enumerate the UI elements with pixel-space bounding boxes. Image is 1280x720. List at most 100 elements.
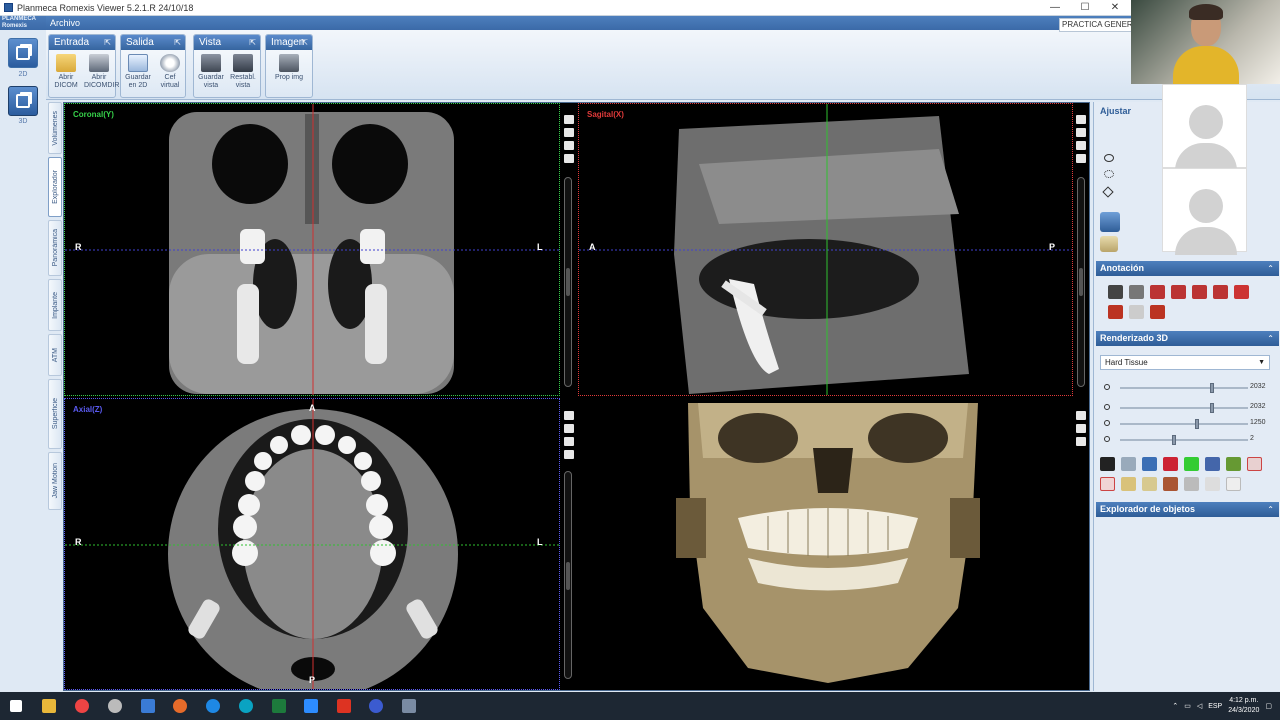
slider-3[interactable]: 2: [1102, 435, 1278, 445]
view-mode-icon[interactable]: [1100, 457, 1115, 471]
camera-icon[interactable]: [564, 437, 574, 446]
restablecer-vista-button[interactable]: Restabl. vista: [228, 54, 258, 90]
app-icon[interactable]: [108, 699, 122, 713]
acrobat-icon[interactable]: [337, 699, 351, 713]
network-icon[interactable]: ▭: [1184, 702, 1191, 710]
cut-icon[interactable]: [1163, 457, 1178, 471]
pin-icon[interactable]: ⇱: [104, 35, 111, 50]
hand-icon[interactable]: [564, 450, 574, 459]
coronal-view[interactable]: Coronal(Y) R L: [64, 103, 560, 396]
collapse-icon[interactable]: ⌃: [1267, 502, 1274, 517]
camera-icon[interactable]: [1076, 424, 1086, 433]
firefox-icon[interactable]: [173, 699, 187, 713]
anotacion-header[interactable]: Anotación ⌃: [1096, 261, 1279, 276]
tab-panoramica[interactable]: Panorámica: [48, 220, 62, 276]
render-preset-select[interactable]: Hard Tissue ▼: [1100, 355, 1270, 370]
guardar-vista-button[interactable]: Guardar vista: [196, 54, 226, 90]
maximize-icon[interactable]: [564, 115, 574, 124]
skull-preset-icon[interactable]: [1100, 236, 1118, 252]
maximize-icon[interactable]: [1076, 115, 1086, 124]
arrow-icon[interactable]: [1213, 285, 1228, 299]
marker-icon[interactable]: [1150, 305, 1165, 319]
collapse-icon[interactable]: ⌃: [1267, 261, 1274, 276]
maximize-button[interactable]: ☐: [1070, 0, 1100, 16]
pin-icon[interactable]: ⇱: [301, 35, 308, 50]
slider-2[interactable]: 1250: [1102, 419, 1278, 429]
hand-icon[interactable]: [1076, 437, 1086, 446]
plane-icon[interactable]: [1205, 457, 1220, 471]
windows-start-icon[interactable]: [10, 700, 22, 712]
pin-icon[interactable]: ⇱: [249, 35, 256, 50]
prop-img-button[interactable]: Prop img: [274, 54, 304, 82]
tab-atm[interactable]: ATM: [48, 334, 62, 376]
slider-knob[interactable]: [1171, 435, 1176, 445]
grid-icon[interactable]: [1163, 477, 1178, 491]
abrir-dicom-button[interactable]: Abrir DICOM: [51, 54, 81, 90]
light-icon[interactable]: [1121, 457, 1136, 471]
tab-volumenes[interactable]: Volúmenes: [48, 102, 62, 154]
angle-icon[interactable]: [1129, 285, 1144, 299]
line-icon[interactable]: [1150, 285, 1165, 299]
render-3d-view[interactable]: [578, 398, 1073, 690]
tab-jaw-motion[interactable]: Jaw Motion: [48, 452, 62, 510]
sagittal-scroll-thumb[interactable]: [1079, 268, 1083, 296]
area-icon[interactable]: [1192, 285, 1207, 299]
camera-icon[interactable]: [1076, 141, 1086, 150]
chevron-up-icon[interactable]: ⌃: [1172, 702, 1178, 710]
coronal-scrollbar[interactable]: [564, 177, 572, 387]
teamviewer-icon[interactable]: [239, 699, 253, 713]
hand-icon[interactable]: [564, 154, 574, 163]
hand-icon[interactable]: [1076, 154, 1086, 163]
skull-front-icon[interactable]: [1142, 477, 1157, 491]
axial-scrollbar[interactable]: [564, 471, 572, 679]
ruler-icon[interactable]: [1108, 285, 1123, 299]
head-icon[interactable]: [1205, 477, 1220, 491]
camera-icon[interactable]: [564, 141, 574, 150]
mode-3d-button[interactable]: [8, 86, 38, 116]
pin-icon[interactable]: ⇱: [174, 35, 181, 50]
nerve-icon[interactable]: [1108, 305, 1123, 319]
abrir-dicomdir-button[interactable]: Abrir DICOMDIR: [84, 54, 119, 90]
maximize-icon[interactable]: [564, 411, 574, 420]
vscode-icon[interactable]: [141, 699, 155, 713]
slider-1[interactable]: 2032: [1102, 403, 1278, 413]
romexis-icon[interactable]: [402, 699, 416, 713]
menu-archivo[interactable]: Archivo: [50, 18, 80, 28]
excel-icon[interactable]: [272, 699, 286, 713]
language-indicator[interactable]: ESP: [1208, 703, 1222, 710]
slider-knob[interactable]: [1210, 383, 1215, 393]
frame-icon[interactable]: [1247, 457, 1262, 471]
file-explorer-icon[interactable]: [42, 699, 56, 713]
clock[interactable]: 4:12 p.m. 24/3/2020: [1228, 696, 1259, 716]
zoom-app-icon[interactable]: [304, 699, 318, 713]
skull-side-icon[interactable]: [1121, 477, 1136, 491]
cef-virtual-button[interactable]: Cef virtual: [155, 54, 185, 90]
probe-icon[interactable]: [1184, 477, 1199, 491]
polyline-icon[interactable]: [1171, 285, 1186, 299]
clock-app-icon[interactable]: [369, 699, 383, 713]
notification-icon[interactable]: ▢: [1265, 702, 1272, 710]
text-note-icon[interactable]: [1234, 285, 1249, 299]
tab-explorador[interactable]: Explorador: [48, 157, 62, 217]
render-3d-header[interactable]: Renderizado 3D ⌃: [1096, 331, 1279, 346]
slice-icon[interactable]: [564, 424, 574, 433]
cube-green-icon[interactable]: [1184, 457, 1199, 471]
explorador-objetos-header[interactable]: Explorador de objetos ⌃: [1096, 502, 1279, 517]
slider-knob[interactable]: [1194, 419, 1199, 429]
box-icon[interactable]: [1100, 477, 1115, 491]
tab-superficie[interactable]: Superficie: [48, 379, 62, 449]
zoom-icon[interactable]: [1100, 212, 1120, 232]
tab-implante[interactable]: Implante: [48, 279, 62, 331]
close-button[interactable]: ✕: [1100, 0, 1130, 16]
tooth-icon[interactable]: [1226, 457, 1241, 471]
collapse-icon[interactable]: ⌃: [1267, 331, 1274, 346]
clip-plane-icon[interactable]: [1142, 457, 1157, 471]
maximize-icon[interactable]: [1076, 411, 1086, 420]
axial-scroll-thumb[interactable]: [566, 562, 570, 590]
sagittal-view[interactable]: Sagital(X) A P: [578, 103, 1073, 396]
chrome-icon[interactable]: [75, 699, 89, 713]
edge-icon[interactable]: [206, 699, 220, 713]
eraser-icon[interactable]: [1226, 477, 1241, 491]
slice-icon[interactable]: [564, 128, 574, 137]
mode-2d-button[interactable]: [8, 38, 38, 68]
